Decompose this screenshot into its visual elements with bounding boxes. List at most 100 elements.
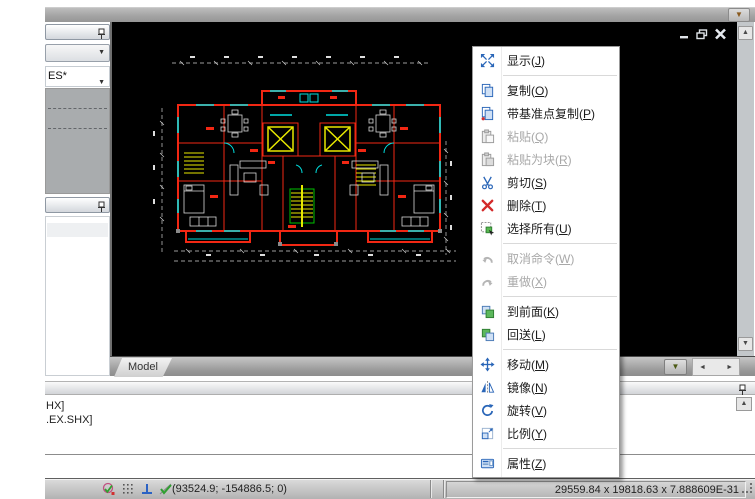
selection-dimensions: 29559.84 x 19818.63 x 7.888609E-31	[446, 481, 746, 498]
command-scroll-up-icon[interactable]: ▲	[736, 397, 752, 411]
menu-separator	[503, 349, 617, 350]
menu-item-label: 复制(O)	[507, 84, 549, 98]
layout-tab-strip: Model ▼ ◄ ►	[110, 356, 755, 377]
rotate-icon	[473, 403, 501, 418]
layer-combo-value: ES*	[48, 70, 67, 82]
chevron-down-icon: ▼	[98, 49, 105, 56]
menu-item-move[interactable]: 移动(M)	[473, 353, 619, 376]
menu-item-label: 选择所有(U)	[507, 222, 572, 236]
left-dock-panel: ▼ ES* ▼	[45, 22, 110, 377]
menu-item-scale[interactable]: 比例(Y)	[473, 422, 619, 445]
menu-item-label: 比例(Y)	[507, 427, 548, 441]
menu-item-copy-with-basepoint[interactable]: 带基准点复制(P)	[473, 102, 619, 125]
top-toolbar-strip: ▼	[45, 7, 755, 22]
scroll-right-icon[interactable]: ►	[726, 364, 733, 371]
dashed-divider	[48, 108, 107, 109]
mirror-icon	[473, 380, 501, 395]
status-divider	[443, 480, 444, 498]
menu-separator	[503, 296, 617, 297]
resize-grip[interactable]	[742, 483, 753, 497]
chevron-down-icon: ▼	[671, 362, 680, 371]
scroll-left-icon[interactable]: ◄	[699, 364, 706, 371]
menu-item-copy[interactable]: 复制(O)	[473, 79, 619, 102]
menu-separator	[503, 448, 617, 449]
panel-toolbar-dropdown[interactable]: ▼	[45, 44, 110, 62]
panel-preview-box	[45, 88, 110, 194]
dock-panel-header-bottom[interactable]	[45, 197, 110, 213]
minimize-icon[interactable]	[679, 27, 690, 45]
grid-toggle-icon[interactable]	[120, 481, 136, 499]
menu-item-label: 带基准点复制(P)	[507, 107, 596, 121]
status-bar: (93524.9; -154886.5; 0) 29559.84 x 19818…	[45, 478, 755, 499]
list-item[interactable]	[47, 223, 108, 237]
undo-icon	[473, 251, 501, 266]
copy-base-icon	[473, 106, 501, 121]
cut-icon	[473, 175, 501, 190]
menu-item-label: 显示(J)	[507, 54, 545, 68]
paste-icon	[473, 129, 501, 144]
menu-item-cancel-command: 取消命令(W)	[473, 247, 619, 270]
select-all-icon	[473, 221, 501, 236]
menu-item-send-back[interactable]: 回送(L)	[473, 323, 619, 346]
properties-icon	[473, 456, 501, 471]
delete-icon	[473, 198, 501, 213]
bring-front-icon	[473, 304, 501, 319]
tab-model[interactable]: Model	[114, 358, 172, 377]
menu-item-label: 重做(X)	[507, 275, 548, 289]
vertical-scrollbar[interactable]: ▲ ▼	[737, 22, 754, 356]
dock-panel-header-top[interactable]	[45, 24, 110, 40]
document-window-controls	[679, 27, 727, 45]
menu-item-label: 回送(L)	[507, 328, 546, 342]
paste-block-icon	[473, 152, 501, 167]
command-line-area[interactable]: HX] .EX.SHX]	[45, 395, 755, 455]
copy-icon	[473, 83, 501, 98]
chevron-down-icon: ▼	[735, 10, 743, 19]
menu-item-paste: 粘贴(Q)	[473, 125, 619, 148]
snap-toggle-icon[interactable]	[101, 481, 117, 499]
scroll-down-icon[interactable]: ▼	[738, 337, 753, 351]
restore-icon[interactable]	[696, 27, 708, 45]
scroll-up-icon[interactable]: ▲	[738, 26, 753, 40]
menu-item-cut[interactable]: 剪切(S)	[473, 171, 619, 194]
menu-item-label: 到前面(K)	[507, 305, 560, 319]
context-menu: 显示(J) 复制(O) 带基准点复制(P) 粘贴(Q) 粘贴为块(R) 剪切(S) 删除(T…	[472, 46, 620, 478]
scale-icon	[473, 426, 501, 441]
menu-item-bring-to-front[interactable]: 到前面(K)	[473, 300, 619, 323]
drawing-canvas[interactable]	[110, 22, 737, 356]
menu-item-label: 删除(T)	[507, 199, 547, 213]
cad-application-window: ▼ ▼ ES* ▼ ▲ ▼ Model ▼ ◄ ► HX] .EX.SHX] ▲…	[0, 0, 755, 499]
ortho-toggle-icon[interactable]	[139, 481, 155, 499]
menu-item-label: 镜像(N)	[507, 381, 548, 395]
menu-item-label: 剪切(S)	[507, 176, 548, 190]
layer-combo[interactable]: ES* ▼	[45, 66, 110, 87]
dashed-divider	[48, 128, 107, 129]
menu-item-select-all[interactable]: 选择所有(U)	[473, 217, 619, 240]
toolbar-overflow-button[interactable]: ▼	[728, 8, 750, 22]
horizontal-scrollbar[interactable]: ◄ ►	[692, 358, 740, 376]
menu-item-label: 取消命令(W)	[507, 252, 575, 266]
status-divider	[430, 480, 431, 498]
zoom-extents-icon	[473, 53, 501, 68]
panel-list-area	[45, 216, 110, 376]
menu-item-label: 属性(Z)	[507, 457, 547, 471]
floor-plan-drawing	[153, 56, 456, 262]
command-panel-header[interactable]	[45, 381, 755, 395]
move-icon	[473, 357, 501, 372]
menu-item-delete[interactable]: 删除(T)	[473, 194, 619, 217]
pin-icon[interactable]	[97, 27, 106, 45]
command-line-text: .EX.SHX]	[46, 414, 93, 426]
command-line-text: HX]	[46, 400, 65, 412]
menu-item-mirror[interactable]: 镜像(N)	[473, 376, 619, 399]
close-icon[interactable]	[714, 27, 727, 45]
menu-separator	[503, 75, 617, 76]
menu-item-rotate[interactable]: 旋转(V)	[473, 399, 619, 422]
send-back-icon	[473, 327, 501, 342]
menu-item-properties[interactable]: 属性(Z)	[473, 452, 619, 475]
menu-item-label: 粘贴(Q)	[507, 130, 549, 144]
tab-list-button[interactable]: ▼	[664, 359, 687, 375]
menu-item-display[interactable]: 显示(J)	[473, 49, 619, 72]
menu-item-label: 粘贴为块(R)	[507, 153, 572, 167]
menu-item-label: 旋转(V)	[507, 404, 548, 418]
menu-item-redo: 重做(X)	[473, 270, 619, 293]
cursor-coordinates: (93524.9; -154886.5; 0)	[172, 483, 287, 495]
